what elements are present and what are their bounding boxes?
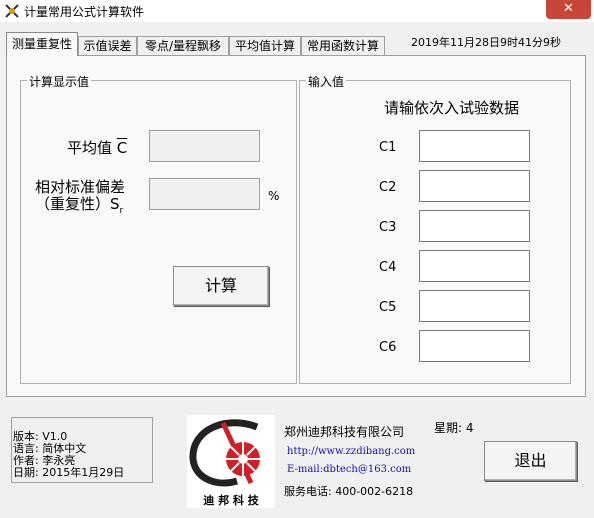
c1-label: C1	[379, 140, 397, 155]
c5-input[interactable]	[419, 290, 530, 322]
weekday-text: 星期: 4	[434, 421, 474, 435]
company-name: 郑州迪邦科技有限公司	[284, 425, 405, 439]
app-icon	[5, 4, 19, 18]
display-group-title: 计算显示值	[27, 73, 92, 90]
info-box: 版本: V1.0 语言: 简体中文 作者: 李永亮 日期: 2015年1月29日	[11, 417, 153, 483]
c3-label: C3	[379, 220, 397, 235]
c6-input[interactable]	[419, 330, 530, 362]
tab-mean-calc[interactable]: 平均值计算	[229, 36, 301, 55]
company-email[interactable]: E-mail:dbtech@163.com	[287, 464, 411, 475]
input-group-title: 输入值	[306, 73, 347, 90]
tab-indication-error[interactable]: 示值误差	[78, 36, 137, 55]
title-bar: 计量常用公式计算软件 ✕	[0, 0, 594, 22]
c1-input[interactable]	[419, 130, 530, 162]
exit-button[interactable]: 退出	[484, 441, 577, 481]
datetime-display: 2019年11月28日9时41分9秒	[411, 36, 561, 49]
display-group: 计算显示值 平均值 C 相对标准偏差 （重复性）Sr % 计算	[20, 73, 297, 384]
date-text: 日期: 2015年1月29日	[13, 466, 125, 479]
input-group: 输入值 请输依次入试验数据 C1 C2 C3 C4 C5 C6	[299, 73, 571, 384]
mean-label: 平均值 C	[67, 139, 128, 157]
mean-value-field	[149, 130, 260, 162]
c2-label: C2	[379, 180, 397, 195]
calculate-button[interactable]: 计算	[173, 266, 269, 306]
c3-input[interactable]	[419, 210, 530, 242]
mean-symbol: C	[116, 139, 128, 157]
footer-area: 版本: V1.0 语言: 简体中文 作者: 李永亮 日期: 2015年1月29日…	[0, 405, 594, 518]
c4-label: C4	[379, 260, 397, 275]
company-url[interactable]: http://www.zzdibang.com	[287, 446, 415, 457]
percent-unit: %	[268, 189, 280, 203]
logo-text: 迪 邦 科 技	[203, 494, 259, 507]
rsd-label: 相对标准偏差 （重复性）Sr	[35, 178, 126, 217]
tab-zero-span-drift[interactable]: 零点/量程飘移	[137, 36, 229, 55]
c5-label: C5	[379, 300, 397, 315]
logo-graphic-icon	[189, 419, 260, 487]
company-logo: 迪 邦 科 技	[187, 415, 275, 508]
window-title: 计量常用公式计算软件	[24, 5, 145, 19]
tab-repeatability[interactable]: 测量重复性	[6, 32, 78, 56]
tab-page: 计算显示值 平均值 C 相对标准偏差 （重复性）Sr % 计算 输入值 请输依次…	[6, 55, 586, 397]
close-button[interactable]: ✕	[546, 0, 591, 19]
rsd-value-field	[149, 178, 260, 210]
tab-common-functions[interactable]: 常用函数计算	[301, 36, 385, 55]
input-prompt: 请输依次入试验数据	[384, 99, 520, 117]
service-phone: 服务电话: 400-002-6218	[284, 485, 414, 498]
c4-input[interactable]	[419, 250, 530, 282]
c6-label: C6	[379, 340, 397, 355]
c2-input[interactable]	[419, 170, 530, 202]
